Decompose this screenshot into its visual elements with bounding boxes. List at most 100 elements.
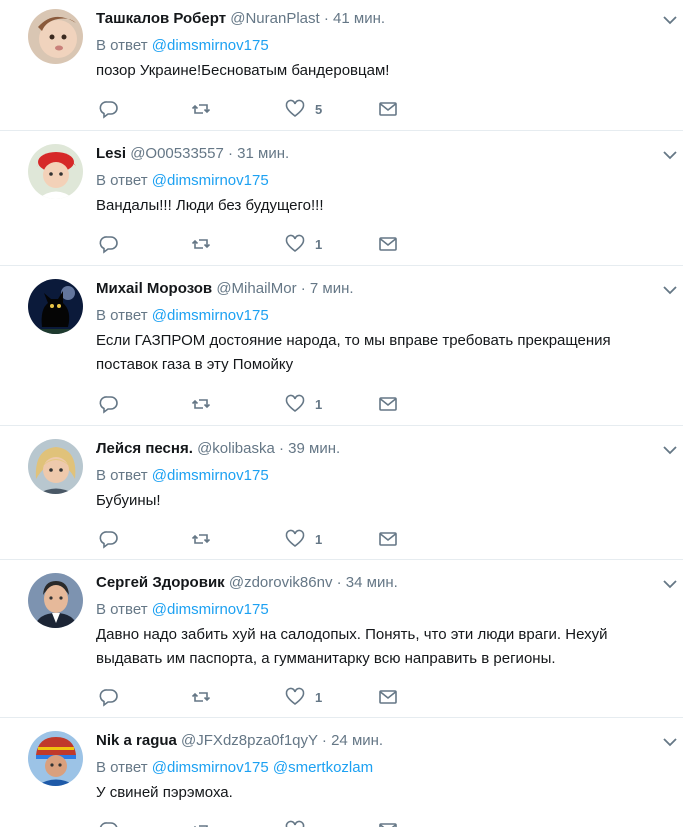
like-count: 1 bbox=[315, 396, 323, 412]
tweet-header: Ташкалов Роберт @NuranPlast · 41 мин. bbox=[96, 9, 663, 29]
author-handle[interactable]: @O00533557 bbox=[130, 145, 224, 162]
tweet-header: Lesi @O00533557 · 31 мин. bbox=[96, 144, 663, 164]
tweet-header: Лейся песня. @kolibaska · 39 мин. bbox=[96, 439, 663, 459]
mention-link[interactable]: @dimsmirnov175 bbox=[152, 601, 269, 618]
message-button[interactable] bbox=[378, 233, 398, 255]
reply-button[interactable] bbox=[99, 528, 119, 550]
author-handle[interactable]: @kolibaska bbox=[197, 440, 275, 457]
avatar[interactable] bbox=[28, 279, 83, 334]
chevron-down-icon[interactable] bbox=[663, 442, 677, 455]
like-button[interactable]: 1 bbox=[285, 233, 322, 255]
reply-button[interactable] bbox=[99, 233, 119, 255]
retweet-button[interactable] bbox=[191, 528, 211, 550]
tweet[interactable]: Сергей Здоровик @zdorovik86nv · 34 мин. … bbox=[0, 560, 683, 718]
avatar[interactable] bbox=[28, 573, 83, 628]
message-button[interactable] bbox=[378, 528, 398, 550]
author-name[interactable]: Lesi bbox=[96, 145, 126, 162]
reply-button[interactable] bbox=[99, 686, 119, 708]
avatar[interactable] bbox=[28, 144, 83, 199]
author-name[interactable]: Nik a ragua bbox=[96, 732, 177, 749]
reply-label: В ответ bbox=[96, 759, 148, 776]
like-count: 1 bbox=[315, 236, 323, 252]
tweet-actions bbox=[96, 819, 416, 827]
retweet-button[interactable] bbox=[191, 686, 211, 708]
author-handle[interactable]: @NuranPlast bbox=[230, 10, 319, 27]
message-button[interactable] bbox=[378, 393, 398, 415]
tweet-time[interactable]: 41 мин. bbox=[333, 10, 385, 27]
avatar[interactable] bbox=[28, 439, 83, 494]
tweet-text: позор Украине!Бесноватым бандеровцам! bbox=[96, 62, 390, 79]
like-button[interactable]: 5 bbox=[285, 98, 322, 120]
like-button[interactable]: 1 bbox=[285, 686, 322, 708]
author-name[interactable]: Ташкалов Роберт bbox=[96, 10, 226, 27]
reply-icon bbox=[99, 531, 118, 549]
chevron-down-icon[interactable] bbox=[663, 734, 677, 747]
tweet[interactable]: Nik a ragua @JFXdz8pza0f1qyY · 24 мин. В… bbox=[0, 718, 683, 827]
mention-link[interactable]: @dimsmirnov175 bbox=[152, 172, 269, 189]
tweet-text: Вандалы!!! Люди без будущего!!! bbox=[96, 197, 324, 214]
retweet-button[interactable] bbox=[191, 233, 211, 255]
like-count: 1 bbox=[315, 531, 323, 547]
author-name[interactable]: Михаil Морозов bbox=[96, 280, 212, 297]
like-button[interactable]: 1 bbox=[285, 393, 322, 415]
retweet-icon bbox=[191, 692, 211, 702]
avatar[interactable] bbox=[28, 731, 83, 786]
separator-dot: · bbox=[321, 732, 327, 749]
author-handle[interactable]: @zdorovik86nv bbox=[229, 574, 333, 591]
separator-dot: · bbox=[228, 145, 233, 162]
reply-context: В ответ @dimsmirnov175 bbox=[96, 466, 663, 486]
reply-button[interactable] bbox=[99, 98, 119, 120]
tweet[interactable]: Ташкалов Роберт @NuranPlast · 41 мин. В … bbox=[0, 0, 683, 131]
avatar[interactable] bbox=[28, 9, 83, 64]
tweet[interactable]: Лейся песня. @kolibaska · 39 мин. В отве… bbox=[0, 426, 683, 560]
retweet-icon bbox=[191, 239, 211, 249]
heart-icon bbox=[285, 529, 305, 548]
message-button[interactable] bbox=[378, 686, 398, 708]
reply-icon bbox=[99, 236, 118, 254]
tweet-time[interactable]: 39 мин. bbox=[288, 440, 340, 457]
reply-button[interactable] bbox=[99, 819, 119, 827]
tweet[interactable]: Михаil Морозов @MihailMor · 7 мин. В отв… bbox=[0, 266, 683, 426]
reply-button[interactable] bbox=[99, 393, 119, 415]
tweet-time[interactable]: 34 мин. bbox=[346, 574, 398, 591]
mention-link[interactable]: @dimsmirnov175 bbox=[152, 307, 269, 324]
author-handle[interactable]: @JFXdz8pza0f1qyY bbox=[181, 732, 318, 749]
retweet-button[interactable] bbox=[191, 98, 211, 120]
mention-link[interactable]: @dimsmirnov175 bbox=[152, 759, 269, 776]
tweet-actions: 1 bbox=[96, 528, 416, 550]
tweet-text: Бубуины! bbox=[96, 492, 161, 509]
chevron-down-icon[interactable] bbox=[663, 12, 677, 25]
avatar-image bbox=[28, 573, 83, 628]
author-name[interactable]: Лейся песня. bbox=[96, 440, 193, 457]
retweet-button[interactable] bbox=[191, 393, 211, 415]
like-button[interactable]: 1 bbox=[285, 528, 322, 550]
author-name[interactable]: Сергей Здоровик bbox=[96, 574, 225, 591]
tweet-time[interactable]: 24 мин. bbox=[331, 732, 383, 749]
reply-icon bbox=[99, 689, 118, 707]
chevron-down-icon[interactable] bbox=[663, 282, 677, 295]
tweet-time[interactable]: 31 мин. bbox=[237, 145, 289, 162]
retweet-icon bbox=[191, 399, 211, 409]
tweet[interactable]: Lesi @O00533557 · 31 мин. В ответ @dimsm… bbox=[0, 131, 683, 266]
message-button[interactable] bbox=[378, 98, 398, 120]
avatar-image bbox=[28, 439, 83, 494]
tweet-actions: 5 bbox=[96, 98, 416, 120]
tweet-header: Nik a ragua @JFXdz8pza0f1qyY · 24 мин. bbox=[96, 731, 663, 751]
heart-icon bbox=[285, 99, 305, 118]
author-handle[interactable]: @MihailMor bbox=[216, 280, 296, 297]
retweet-button[interactable] bbox=[191, 819, 211, 827]
mention-link[interactable]: @dimsmirnov175 bbox=[152, 467, 269, 484]
heart-icon bbox=[285, 234, 305, 253]
mention-link[interactable]: @smertkozlam bbox=[273, 759, 373, 776]
separator-dot: · bbox=[279, 440, 284, 457]
mention-link[interactable]: @dimsmirnov175 bbox=[152, 37, 269, 54]
chevron-down-icon[interactable] bbox=[663, 576, 677, 589]
reply-context: В ответ @dimsmirnov175 bbox=[96, 171, 663, 191]
like-button[interactable] bbox=[285, 819, 315, 827]
heart-icon bbox=[285, 394, 305, 413]
chevron-down-icon[interactable] bbox=[663, 147, 677, 160]
tweet-time[interactable]: 7 мин. bbox=[310, 280, 354, 297]
envelope-icon bbox=[379, 102, 397, 116]
message-button[interactable] bbox=[378, 819, 398, 827]
reply-label: В ответ bbox=[96, 601, 148, 618]
